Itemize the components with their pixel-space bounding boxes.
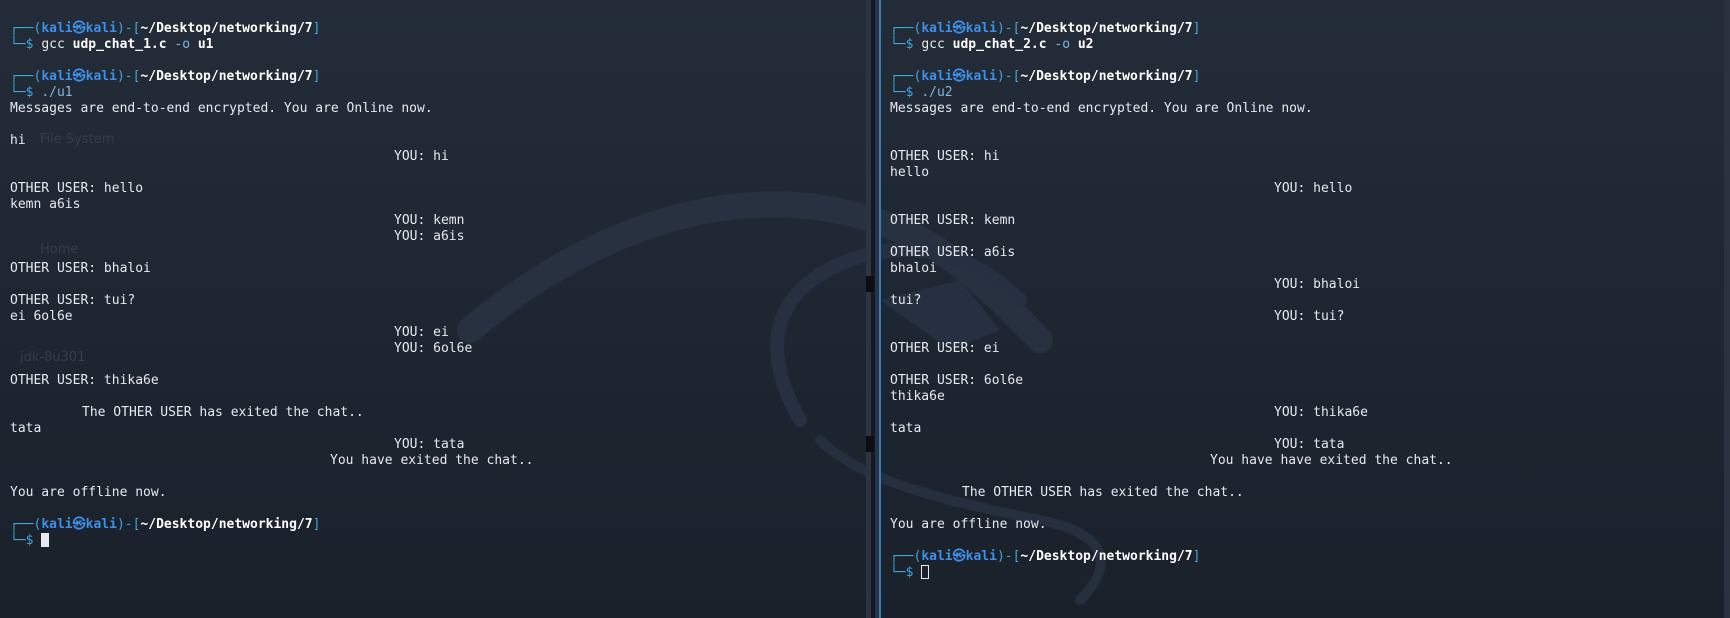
prompt-line: ┌──(kali㉿kali)-[~/Desktop/networking/7]: [10, 21, 321, 36]
output-line: YOU: 6ol6e: [394, 341, 473, 356]
output-line: OTHER USER: 6ol6e: [890, 373, 1024, 388]
output-line: OTHER USER: tui?: [10, 293, 136, 308]
output-line: You have have exited the chat..: [1210, 453, 1453, 468]
output-line: YOU: ei: [394, 325, 449, 340]
prompt-line: ┌──(kali㉿kali)-[~/Desktop/networking/7]: [890, 69, 1201, 84]
output-line: YOU: thika6e: [1274, 405, 1368, 420]
text-cursor: [921, 565, 930, 579]
output-line: YOU: hi: [394, 149, 449, 164]
terminal-pane-left[interactable]: ┌──(kali㉿kali)-[~/Desktop/networking/7] …: [0, 0, 866, 618]
output-line: YOU: bhaloi: [1274, 277, 1361, 292]
command-input-line[interactable]: └─$: [890, 565, 930, 581]
output-line: YOU: a6is: [394, 229, 465, 244]
output-line: tata: [10, 421, 42, 436]
output-line: OTHER USER: kemn: [890, 213, 1016, 228]
output-line: OTHER USER: hi: [890, 149, 1000, 164]
output-line: kemn a6is: [10, 197, 81, 212]
output-line: You have exited the chat..: [330, 453, 534, 468]
output-line: ei 6ol6e: [10, 309, 73, 324]
prompt-line: ┌──(kali㉿kali)-[~/Desktop/networking/7]: [890, 549, 1201, 564]
output-line: OTHER USER: ei: [890, 341, 1000, 356]
output-line: hi: [10, 133, 26, 148]
output-line: hello: [890, 165, 930, 180]
output-line: Messages are end-to-end encrypted. You a…: [890, 101, 1313, 116]
command-line: └─$ gcc udp_chat_1.c -o u1: [10, 37, 214, 52]
output-line: YOU: kemn: [394, 213, 465, 228]
output-line: Messages are end-to-end encrypted. You a…: [10, 101, 433, 116]
desktop-screen: File System Home jdk-8u301 ┌──(kali㉿kali…: [0, 0, 1730, 618]
output-line: OTHER USER: bhaloi: [10, 261, 151, 276]
output-line: OTHER USER: thika6e: [10, 373, 159, 388]
command-input-line[interactable]: └─$: [10, 533, 50, 549]
scrollbar[interactable]: [1724, 0, 1730, 618]
command-line: └─$ ./u1: [10, 85, 73, 100]
output-line: OTHER USER: a6is: [890, 245, 1016, 260]
output-line: YOU: tata: [394, 437, 465, 452]
command-line: └─$ ./u2: [890, 85, 953, 100]
prompt-line: ┌──(kali㉿kali)-[~/Desktop/networking/7]: [890, 21, 1201, 36]
output-line: The OTHER USER has exited the chat..: [962, 485, 1244, 500]
prompt-line: ┌──(kali㉿kali)-[~/Desktop/networking/7]: [10, 69, 321, 84]
pane-divider[interactable]: [866, 0, 881, 618]
terminal-pane-right[interactable]: ┌──(kali㉿kali)-[~/Desktop/networking/7] …: [880, 0, 1730, 618]
command-line: └─$ gcc udp_chat_2.c -o u2: [890, 37, 1094, 52]
prompt-line: ┌──(kali㉿kali)-[~/Desktop/networking/7]: [10, 517, 321, 532]
output-line: YOU: tui?: [1274, 309, 1345, 324]
text-cursor: [41, 533, 50, 547]
output-line: The OTHER USER has exited the chat..: [82, 405, 364, 420]
output-line: You are offline now.: [890, 517, 1047, 532]
output-line: bhaloi: [890, 261, 937, 276]
output-line: thika6e: [890, 389, 945, 404]
output-line: tui?: [890, 293, 922, 308]
output-line: You are offline now.: [10, 485, 167, 500]
output-line: OTHER USER: hello: [10, 181, 144, 196]
output-line: YOU: tata: [1274, 437, 1345, 452]
output-line: YOU: hello: [1274, 181, 1353, 196]
output-line: tata: [890, 421, 922, 436]
